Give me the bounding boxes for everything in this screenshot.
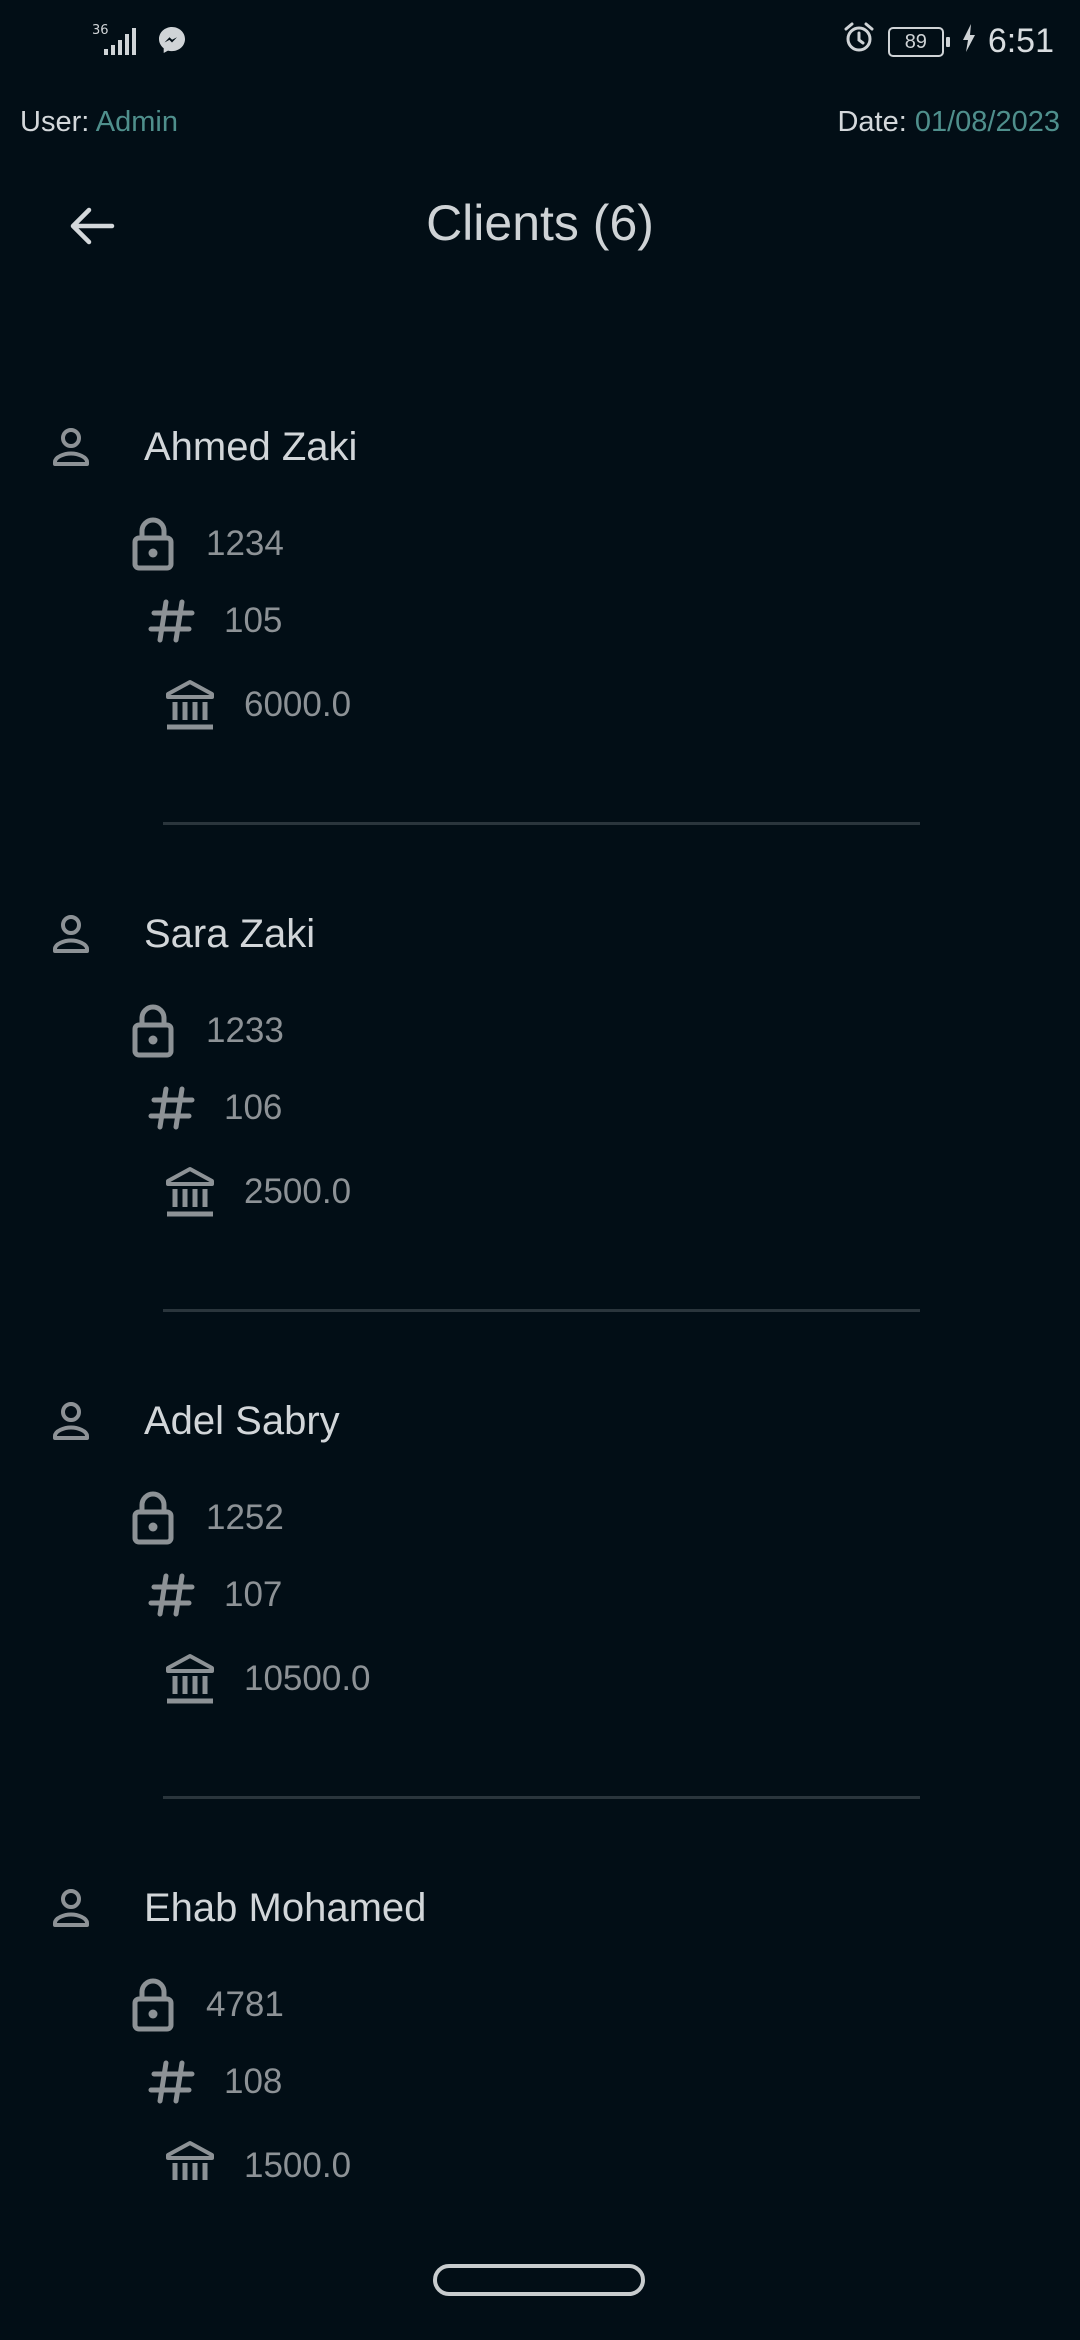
client-name: Ahmed Zaki <box>144 424 358 469</box>
pin-value: 1252 <box>206 1498 284 1537</box>
number-value: 106 <box>224 1088 283 1127</box>
client-name: Ehab Mohamed <box>144 1885 427 1930</box>
client-item[interactable]: Ahmed Zaki 1234 105 6000.0 <box>0 400 1080 887</box>
home-indicator[interactable] <box>433 2264 645 2296</box>
client-header: Sara Zaki <box>48 911 315 957</box>
pin-value: 4781 <box>206 1985 284 2024</box>
client-item[interactable]: Sara Zaki 1233 106 2500.0 <box>0 887 1080 1374</box>
balance-value: 2500.0 <box>244 1172 352 1211</box>
status-bar: 36 89 6:51 <box>0 0 1080 86</box>
bank-icon <box>164 1165 216 1219</box>
divider <box>163 1309 920 1312</box>
app-header: Clients (6) <box>0 180 1080 270</box>
pin-value: 1234 <box>206 524 284 563</box>
client-number: 106 <box>148 1085 282 1131</box>
clients-list[interactable]: Ahmed Zaki 1234 105 6000.0 Sara Zaki 123… <box>0 400 1080 2180</box>
client-number: 107 <box>148 1572 282 1618</box>
signal-icon: 36 <box>92 22 146 63</box>
lock-icon <box>130 516 176 572</box>
user-label: User: <box>20 106 90 138</box>
person-icon <box>53 1402 89 1440</box>
clock: 6:51 <box>987 22 1054 60</box>
balance-value: 1500.0 <box>244 2146 352 2180</box>
client-item[interactable]: Ehab Mohamed 4781 108 1500.0 <box>0 1861 1080 2180</box>
client-name: Adel Sabry <box>144 1398 340 1443</box>
client-name: Sara Zaki <box>144 911 316 956</box>
bank-icon <box>164 2139 216 2180</box>
balance-value: 6000.0 <box>244 685 352 724</box>
divider <box>163 822 920 825</box>
client-pin: 1252 <box>130 1490 284 1546</box>
pin-value: 1233 <box>206 1011 284 1050</box>
client-balance: 10500.0 <box>164 1652 371 1706</box>
number-value: 107 <box>224 1575 283 1614</box>
client-header: Adel Sabry <box>48 1398 340 1444</box>
lock-icon <box>130 1003 176 1059</box>
client-header: Ahmed Zaki <box>48 424 357 470</box>
date-info: Date: 01/08/2023 <box>837 106 1060 139</box>
client-pin: 1233 <box>130 1003 284 1059</box>
alarm-icon <box>842 20 876 63</box>
balance-value: 10500.0 <box>244 1659 371 1698</box>
client-item[interactable]: Adel Sabry 1252 107 10500.0 <box>0 1374 1080 1861</box>
person-icon <box>53 915 89 953</box>
bank-icon <box>164 1652 216 1706</box>
date-label: Date: <box>837 106 907 138</box>
lock-icon <box>130 1490 176 1546</box>
screen: 36 89 6:51 User: Admin Date: 01/08/2023 … <box>0 0 1080 2340</box>
status-right: 89 6:51 <box>842 20 1054 63</box>
page-title: Clients (6) <box>426 195 654 251</box>
svg-text:36: 36 <box>92 23 109 38</box>
status-left: 36 <box>92 22 188 63</box>
client-pin: 4781 <box>130 1977 284 2033</box>
client-balance: 1500.0 <box>164 2139 351 2180</box>
charging-icon <box>962 22 976 61</box>
lock-icon <box>130 1977 176 2033</box>
battery-level: 89 <box>887 26 944 57</box>
battery-icon: 89 <box>887 26 950 57</box>
client-number: 105 <box>148 598 282 644</box>
date-value: 01/08/2023 <box>914 106 1060 138</box>
hash-icon <box>148 1572 196 1618</box>
person-icon <box>53 1889 89 1927</box>
bank-icon <box>164 678 216 732</box>
client-balance: 2500.0 <box>164 1165 351 1219</box>
session-info: User: Admin Date: 01/08/2023 <box>20 106 1060 150</box>
hash-icon <box>148 1085 196 1131</box>
person-icon <box>53 428 89 466</box>
client-balance: 6000.0 <box>164 678 351 732</box>
user-info: User: Admin <box>20 106 178 139</box>
divider <box>163 1796 920 1799</box>
number-value: 105 <box>224 601 283 640</box>
client-header: Ehab Mohamed <box>48 1885 426 1931</box>
number-value: 108 <box>224 2062 283 2101</box>
client-pin: 1234 <box>130 516 284 572</box>
client-number: 108 <box>148 2059 282 2105</box>
hash-icon <box>148 598 196 644</box>
hash-icon <box>148 2059 196 2105</box>
messenger-icon <box>156 24 188 61</box>
user-value: Admin <box>95 106 178 138</box>
